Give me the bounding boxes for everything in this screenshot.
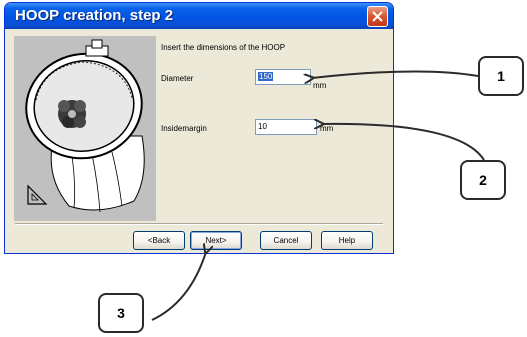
arrow-1 xyxy=(312,70,479,78)
callout-arrows xyxy=(151,70,485,321)
callout-3: 3 xyxy=(98,293,144,333)
callout-2: 2 xyxy=(460,160,506,200)
arrow-3 xyxy=(151,252,206,321)
callout-1: 1 xyxy=(478,56,524,96)
arrow-2 xyxy=(322,124,485,161)
